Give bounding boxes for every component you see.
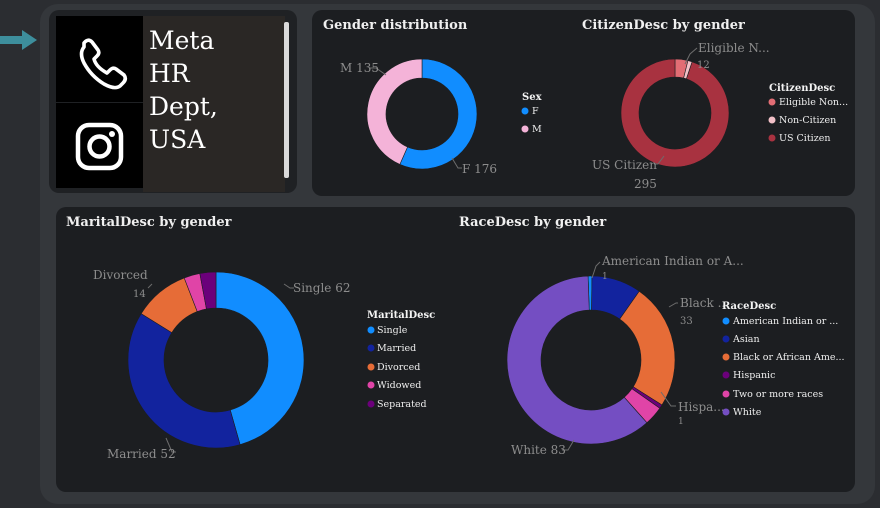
marital-legend-title: MaritalDesc bbox=[367, 310, 435, 321]
citizen-legend-title: CitizenDesc bbox=[769, 83, 835, 94]
legend-dot-divorced bbox=[367, 363, 375, 371]
race-label-amerindian: American Indian or A... bbox=[601, 254, 744, 268]
legend-dot-single bbox=[367, 326, 375, 334]
legend-label-black: Black or African Ame... bbox=[733, 352, 845, 363]
legend-dot-hispanic bbox=[722, 371, 730, 379]
text-scrollbar[interactable] bbox=[284, 22, 289, 178]
race-value-black: 33 bbox=[680, 316, 693, 327]
gender-label-m: M 135 bbox=[340, 61, 379, 75]
marital-slice-married[interactable] bbox=[127, 313, 241, 449]
legend-label-white: White bbox=[733, 407, 762, 418]
marital-value-divorced: 14 bbox=[133, 289, 146, 300]
legend-dot-noncitizen bbox=[768, 116, 776, 124]
company-line-2: HR bbox=[149, 59, 190, 88]
marital-label-married: Married 52 bbox=[107, 447, 176, 461]
marital-label-single: Single 62 bbox=[293, 281, 351, 295]
legend-label-tworaces: Two or more races bbox=[733, 389, 823, 400]
citizen-label-eligible: Eligible N... bbox=[698, 41, 770, 55]
company-line-1: Meta bbox=[149, 26, 215, 55]
citizen-chart-title: CitizenDesc by gender bbox=[582, 18, 745, 33]
legend-dot-eligible bbox=[768, 98, 776, 106]
instagram-icon bbox=[75, 122, 124, 171]
citizen-donut-chart: Eligible N... 12 US Citizen 295 CitizenD… bbox=[592, 41, 848, 191]
race-legend-title: RaceDesc bbox=[722, 301, 776, 312]
gender-chart-title: Gender distribution bbox=[323, 18, 468, 33]
marital-label-divorced: Divorced bbox=[93, 268, 148, 282]
gender-label-f: F 176 bbox=[462, 162, 497, 176]
citizen-value-us: 295 bbox=[634, 177, 657, 191]
instagram-tile[interactable] bbox=[56, 103, 143, 188]
legend-label-asian: Asian bbox=[732, 334, 760, 345]
legend-label-f: F bbox=[532, 106, 539, 117]
phone-tile[interactable] bbox=[56, 16, 143, 102]
race-label-white: White 83 bbox=[511, 443, 566, 457]
phone-icon bbox=[79, 38, 128, 90]
gender-legend-title: Sex bbox=[522, 92, 543, 103]
legend-label-eligible: Eligible Non... bbox=[779, 97, 848, 108]
legend-dot-white bbox=[722, 408, 730, 416]
legend-label-m: M bbox=[532, 124, 542, 135]
marital-chart-title: MaritalDesc by gender bbox=[66, 215, 232, 230]
legend-dot-married bbox=[367, 344, 375, 352]
race-donut-chart: American Indian or A... 1 Black ... 33 H… bbox=[506, 254, 845, 457]
legend-label-separated: Separated bbox=[377, 399, 427, 410]
race-label-hispanic: Hispa... bbox=[678, 400, 725, 414]
marital-donut-chart: Single 62 Divorced 14 Married 52 Marital… bbox=[93, 268, 435, 461]
legend-label-noncitizen: Non-Citizen bbox=[779, 115, 836, 126]
company-name: Meta HR Dept, USA bbox=[149, 24, 289, 156]
company-line-4: USA bbox=[149, 125, 206, 154]
legend-label-single: Single bbox=[377, 325, 408, 336]
legend-dot-m bbox=[521, 125, 529, 133]
race-chart-title: RaceDesc by gender bbox=[459, 215, 607, 230]
citizen-label-us: US Citizen bbox=[592, 158, 657, 172]
legend-dot-f bbox=[521, 107, 529, 115]
legend-dot-separated bbox=[367, 400, 375, 408]
legend-dot-uscitizen bbox=[768, 134, 776, 142]
legend-label-divorced: Divorced bbox=[377, 362, 420, 373]
legend-label-widowed: Widowed bbox=[377, 380, 421, 391]
citizen-value-eligible: 12 bbox=[697, 60, 710, 71]
legend-dot-black bbox=[722, 353, 730, 361]
legend-dot-asian bbox=[722, 335, 730, 343]
citizen-slice-us-citizen[interactable] bbox=[620, 58, 730, 168]
race-value-hispanic: 1 bbox=[678, 417, 684, 427]
race-slice-black-or-african-american[interactable] bbox=[619, 290, 676, 406]
legend-label-married: Married bbox=[377, 343, 416, 354]
legend-dot-amerindian bbox=[722, 317, 730, 325]
legend-label-hispanic: Hispanic bbox=[733, 370, 775, 381]
legend-dot-tworaces bbox=[722, 390, 730, 398]
race-value-amerindian: 1 bbox=[602, 272, 608, 282]
arrow-icon[interactable] bbox=[0, 29, 40, 51]
legend-label-uscitizen: US Citizen bbox=[779, 133, 830, 144]
legend-dot-widowed bbox=[367, 381, 375, 389]
legend-label-amerindian: American Indian or ... bbox=[732, 316, 838, 327]
gender-donut-chart: M 135 F 176 Sex F M bbox=[340, 58, 543, 176]
company-line-3: Dept, bbox=[149, 92, 218, 121]
